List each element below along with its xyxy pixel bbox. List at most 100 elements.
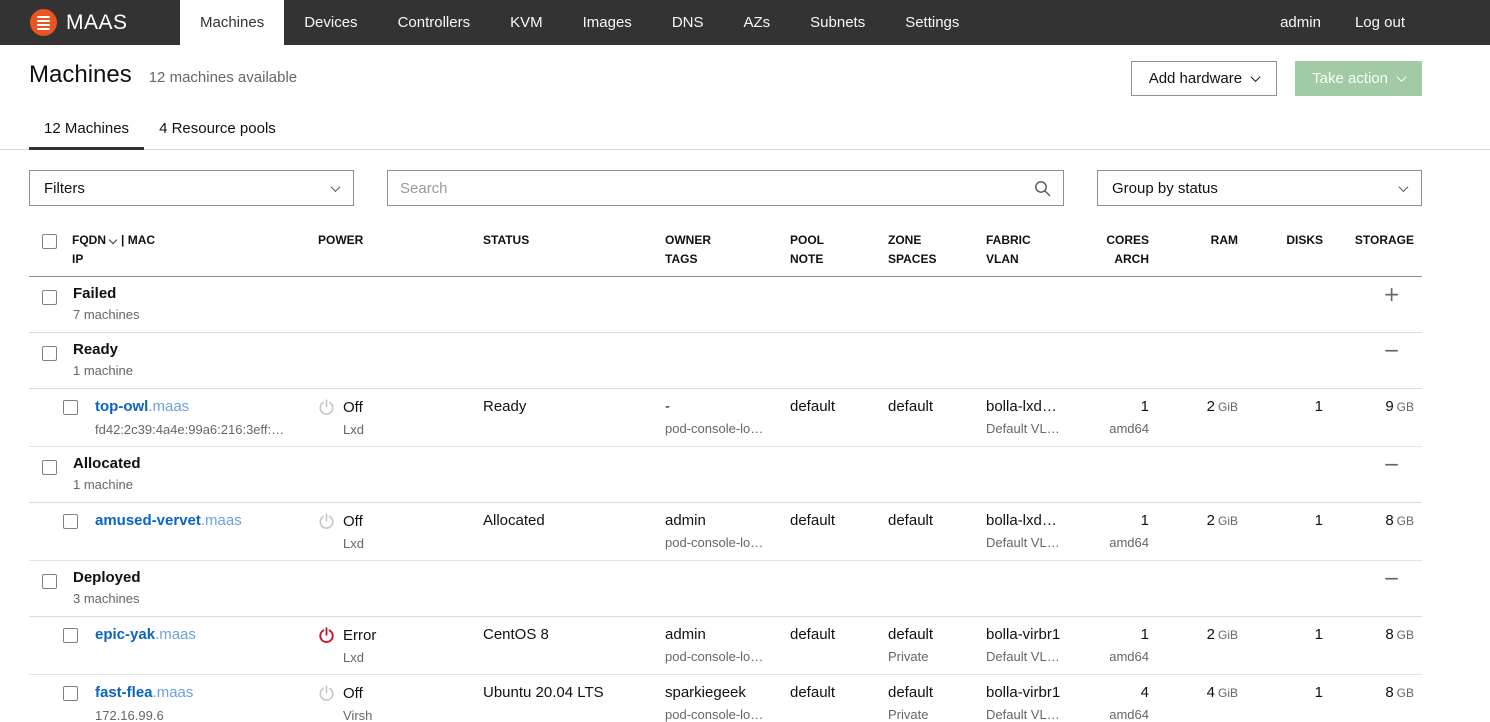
- pool-label: POOL: [790, 233, 825, 247]
- machine-arch: amd64: [1109, 421, 1149, 437]
- group-deployed-checkbox[interactable]: [42, 574, 57, 590]
- machine-spaces: Private: [888, 707, 929, 722]
- nav-item-dns[interactable]: DNS: [652, 0, 724, 45]
- search-box: [387, 170, 1064, 206]
- machine-name: epic-yak: [95, 626, 156, 644]
- sort-chevron-icon: [108, 235, 118, 245]
- spaces-label: SPACES: [888, 251, 937, 266]
- machine-storage: 8: [1385, 684, 1394, 702]
- select-all-cell: [29, 231, 72, 268]
- column-header-owner[interactable]: OWNER TAGS: [665, 231, 790, 268]
- nav-user-area: admin Log out: [1263, 0, 1490, 45]
- column-header-ram[interactable]: RAM: [1157, 231, 1246, 268]
- minus-icon[interactable]: −: [1383, 568, 1400, 588]
- minus-icon[interactable]: −: [1383, 454, 1400, 474]
- add-hardware-label: Add hardware: [1148, 70, 1243, 87]
- machine-domain: .maas: [152, 684, 194, 702]
- nav-item-devices[interactable]: Devices: [284, 0, 377, 45]
- page-header: Machines 12 machines available Add hardw…: [0, 45, 1490, 96]
- machine-status: Allocated: [483, 512, 545, 530]
- machine-spaces: Private: [888, 649, 929, 665]
- nav-item-kvm[interactable]: KVM: [490, 0, 563, 45]
- nav-item-subnets[interactable]: Subnets: [790, 0, 885, 45]
- group-label: Ready: [73, 341, 119, 359]
- machine-vlan: Default VL…: [986, 649, 1060, 665]
- machine-arch: amd64: [1109, 535, 1149, 551]
- machine-arch: amd64: [1109, 649, 1149, 665]
- machine-zone: default: [888, 626, 934, 644]
- machine-row-epic-yak: epic-yak.maas Error Lxd CentOS 8 admin p…: [29, 617, 1422, 676]
- group-count: 7 machines: [73, 307, 140, 323]
- zone-label: ZONE: [888, 233, 922, 247]
- group-count: 1 machine: [73, 477, 133, 493]
- minus-icon[interactable]: −: [1383, 340, 1400, 360]
- add-hardware-button[interactable]: Add hardware: [1130, 61, 1278, 96]
- column-header-cores[interactable]: CORES ARCH: [1095, 231, 1157, 268]
- chevron-down-icon: [1250, 72, 1261, 83]
- column-header-power[interactable]: POWER: [318, 231, 483, 268]
- group-label: Allocated: [73, 455, 141, 473]
- select-all-checkbox[interactable]: [42, 234, 57, 249]
- top-nav: MAAS Machines Devices Controllers KVM Im…: [0, 0, 1490, 45]
- storage-unit: GB: [1396, 400, 1414, 415]
- group-row-allocated: Allocated 1 machine −: [29, 447, 1422, 504]
- column-header-fabric[interactable]: FABRIC VLAN: [986, 231, 1095, 268]
- storage-unit: GB: [1396, 514, 1414, 529]
- plus-icon[interactable]: +: [1383, 284, 1400, 304]
- nav-item-machines[interactable]: Machines: [180, 0, 285, 45]
- column-header-zone[interactable]: ZONE SPACES: [888, 231, 986, 268]
- machine-pool: default: [790, 626, 836, 644]
- group-row-failed: Failed 7 machines +: [29, 277, 1422, 334]
- logout-button[interactable]: Log out: [1338, 0, 1422, 45]
- machine-disks: 1: [1314, 684, 1323, 702]
- group-label: Failed: [73, 285, 117, 303]
- group-by-dropdown-label: Group by status: [1112, 179, 1218, 197]
- machine-name: top-owl: [95, 398, 149, 416]
- fqdn-link[interactable]: amused-vervet.maas: [95, 512, 242, 529]
- view-tabs: 12 Machines 4 Resource pools: [0, 109, 1490, 150]
- power-off-icon: [319, 685, 334, 702]
- nav-item-settings[interactable]: Settings: [885, 0, 979, 45]
- machine-cores: 1: [1140, 512, 1149, 530]
- search-input[interactable]: [400, 171, 1034, 205]
- nav-item-azs[interactable]: AZs: [723, 0, 790, 45]
- machines-table: FQDN | MAC IP POWER STATUS OWNER TAGS POO…: [29, 225, 1422, 722]
- column-header-fqdn[interactable]: FQDN | MAC IP: [72, 231, 318, 268]
- ip-label: IP: [72, 251, 84, 266]
- mac-label: | MAC: [121, 233, 156, 247]
- fqdn-link[interactable]: epic-yak.maas: [95, 626, 196, 643]
- machine-cores: 1: [1140, 626, 1149, 644]
- column-header-storage[interactable]: STORAGE: [1331, 231, 1422, 268]
- machine-ram: 2: [1206, 512, 1215, 530]
- fqdn-link[interactable]: fast-flea.maas: [95, 684, 193, 701]
- nav-item-images[interactable]: Images: [563, 0, 652, 45]
- machine-tags: pod-console-lo…: [665, 649, 764, 665]
- take-action-button[interactable]: Take action: [1295, 61, 1422, 96]
- take-action-label: Take action: [1312, 70, 1388, 87]
- group-allocated-checkbox[interactable]: [42, 460, 57, 476]
- group-by-dropdown[interactable]: Group by status: [1097, 170, 1422, 206]
- machine-pool: default: [790, 512, 836, 530]
- machine-fabric: bolla-lxd…: [986, 512, 1057, 530]
- power-state: Error: [343, 626, 377, 644]
- machine-domain: .maas: [155, 626, 196, 644]
- filter-bar: Filters Group by status: [29, 170, 1422, 206]
- column-header-pool[interactable]: POOL NOTE: [790, 231, 888, 268]
- filters-dropdown[interactable]: Filters: [29, 170, 354, 206]
- tab-resource-pools[interactable]: 4 Resource pools: [144, 109, 291, 150]
- machine-status: Ready: [483, 398, 527, 416]
- nav-item-controllers[interactable]: Controllers: [378, 0, 491, 45]
- machine-ip: fd42:2c39:4a4e:99a6:216:3eff:…: [95, 422, 285, 438]
- maas-logo[interactable]: MAAS: [0, 0, 180, 45]
- machine-name: fast-flea: [95, 684, 153, 702]
- fqdn-sort-label: FQDN: [72, 233, 106, 247]
- fqdn-link[interactable]: top-owl.maas: [95, 398, 189, 415]
- column-header-disks[interactable]: DISKS: [1246, 231, 1331, 268]
- column-header-status[interactable]: STATUS: [483, 231, 665, 268]
- group-row-ready: Ready 1 machine −: [29, 333, 1422, 390]
- nav-item-user[interactable]: admin: [1263, 0, 1338, 45]
- tab-machines[interactable]: 12 Machines: [29, 109, 145, 150]
- group-ready-checkbox[interactable]: [42, 346, 57, 362]
- group-failed-checkbox[interactable]: [42, 290, 57, 306]
- note-label: NOTE: [790, 251, 824, 266]
